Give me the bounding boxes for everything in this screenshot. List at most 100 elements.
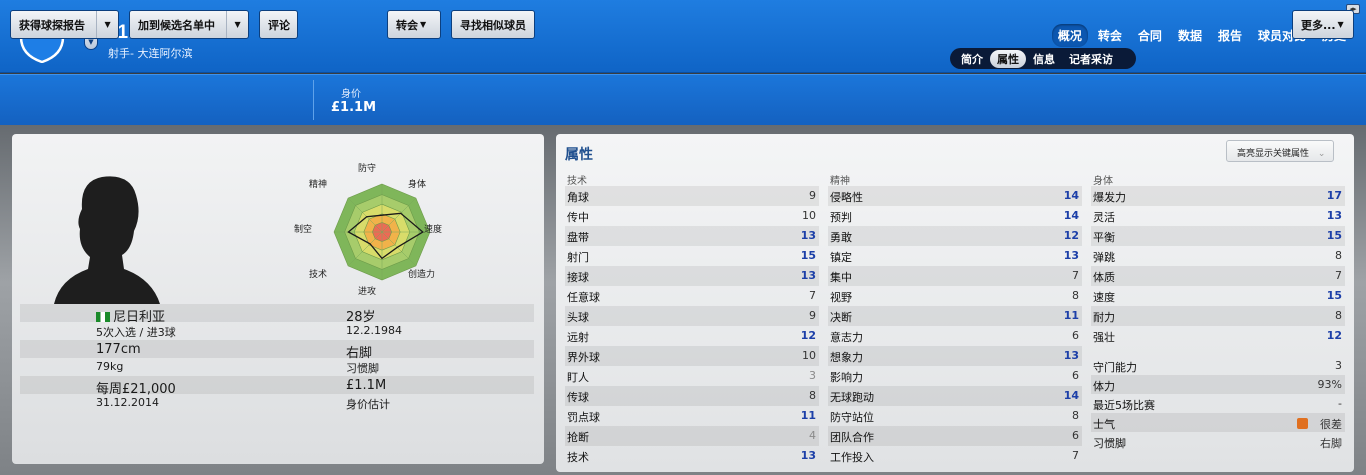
subtab-press[interactable]: 记者采访 xyxy=(1062,50,1120,68)
attribute-row[interactable]: 体质 7 xyxy=(1091,266,1345,286)
attribute-name: 防守站位 xyxy=(830,411,874,424)
technical-header: 技术 xyxy=(567,176,587,187)
attribute-row[interactable]: 盯人 3 xyxy=(565,366,819,386)
attribute-row[interactable]: 头球 9 xyxy=(565,306,819,326)
attribute-row[interactable]: 侵略性 14 xyxy=(828,186,1082,206)
add-shortlist-button[interactable]: 加到候选名单中 ▼ xyxy=(129,10,249,39)
attribute-name: 爆发力 xyxy=(1093,191,1126,204)
attribute-row[interactable]: 射门 15 xyxy=(565,246,819,266)
subtab-profile[interactable]: 简介 xyxy=(954,50,990,68)
attribute-row[interactable]: 镇定 13 xyxy=(828,246,1082,266)
status-name: 体力 xyxy=(1093,380,1115,393)
attribute-row[interactable]: 预判 14 xyxy=(828,206,1082,226)
attribute-row[interactable]: 决断 11 xyxy=(828,306,1082,326)
attribute-row[interactable]: 远射 12 xyxy=(565,326,819,346)
status-row: 最近5场比赛 - xyxy=(1091,394,1345,413)
attribute-row[interactable]: 弹跳 8 xyxy=(1091,246,1345,266)
tab-overview[interactable]: 概况 xyxy=(1051,24,1088,47)
attribute-value: 10 xyxy=(802,209,816,222)
attribute-name: 速度 xyxy=(1093,291,1115,304)
find-similar-button[interactable]: 寻找相似球员 xyxy=(451,10,535,39)
attribute-row[interactable]: 罚点球 11 xyxy=(565,406,819,426)
attribute-row[interactable]: 抢断 4 xyxy=(565,426,819,446)
transfer-button[interactable]: 转会 ▼ xyxy=(387,10,441,39)
profile-row: 79kg 习惯脚 xyxy=(20,358,534,376)
mental-column: 精神 侵略性 14 预判 14 勇敢 12 镇定 13 集中 7 视野 8 决断 11 意志力 6 想象力 13 影… xyxy=(828,172,1082,466)
attribute-row[interactable]: 勇敢 12 xyxy=(828,226,1082,246)
attribute-name: 传中 xyxy=(567,211,589,224)
attribute-row[interactable]: 任意球 7 xyxy=(565,286,819,306)
morale-icon xyxy=(1297,418,1308,429)
subtab-info[interactable]: 信息 xyxy=(1026,50,1062,68)
attribute-name: 盯人 xyxy=(567,371,589,384)
attribute-row[interactable]: 灵活 13 xyxy=(1091,206,1345,226)
attribute-value: 13 xyxy=(800,229,816,242)
attribute-name: 侵略性 xyxy=(830,191,863,204)
tab-contract[interactable]: 合同 xyxy=(1132,24,1168,47)
attribute-row[interactable]: 想象力 13 xyxy=(828,346,1082,366)
attribute-value: 14 xyxy=(1063,389,1079,402)
attribute-row[interactable]: 无球跑动 14 xyxy=(828,386,1082,406)
profile-row: 每周£21,000 £1.1M xyxy=(20,376,534,397)
attribute-row[interactable]: 速度 15 xyxy=(1091,286,1345,306)
comment-button[interactable]: 评论 xyxy=(259,10,298,39)
attribute-value: 9 xyxy=(809,309,816,322)
attribute-value: 13 xyxy=(800,449,816,462)
profile-row: 5次入选 / 进3球 12.2.1984 xyxy=(20,322,534,340)
attribute-row[interactable]: 传球 8 xyxy=(565,386,819,406)
chevron-down-icon: ▼ xyxy=(420,20,427,29)
status-value: - xyxy=(1338,397,1342,410)
tab-transfer[interactable]: 转会 xyxy=(1092,24,1128,47)
attribute-row[interactable]: 意志力 6 xyxy=(828,326,1082,346)
radar-label-speed: 速度 xyxy=(424,225,443,235)
attribute-value: 7 xyxy=(1072,449,1079,462)
chevron-down-icon[interactable]: ▼ xyxy=(226,11,248,38)
chevron-down-icon[interactable]: ▼ xyxy=(96,11,118,38)
attribute-value: 15 xyxy=(1326,229,1342,242)
attribute-name: 灵活 xyxy=(1093,211,1115,224)
attribute-row[interactable]: 防守站位 8 xyxy=(828,406,1082,426)
attribute-row[interactable]: 盘带 13 xyxy=(565,226,819,246)
attribute-name: 平衡 xyxy=(1093,231,1115,244)
radar-label-defense: 防守 xyxy=(358,164,377,174)
chevron-down-icon: ▼ xyxy=(1337,20,1344,29)
radar-label-physical: 身体 xyxy=(408,180,427,190)
scout-report-button[interactable]: 获得球探报告 ▼ xyxy=(10,10,119,39)
status-value: 很差 xyxy=(1297,416,1342,432)
more-button[interactable]: 更多... ▼ xyxy=(1292,10,1354,39)
player-subtitle[interactable]: 射手- 大连阿尔滨 xyxy=(108,45,192,61)
attribute-row[interactable]: 传中 10 xyxy=(565,206,819,226)
highlight-key-attributes-dropdown[interactable]: 高亮显示关键属性 ⌄ xyxy=(1226,140,1334,162)
radar-label-creativity: 创造力 xyxy=(408,270,436,280)
attribute-row[interactable]: 技术 13 xyxy=(565,446,819,466)
attribute-name: 罚点球 xyxy=(567,411,600,424)
attribute-row[interactable]: 影响力 6 xyxy=(828,366,1082,386)
attribute-row[interactable]: 视野 8 xyxy=(828,286,1082,306)
status-name: 士气 xyxy=(1093,418,1115,431)
attribute-row[interactable]: 工作投入 7 xyxy=(828,446,1082,466)
attribute-row[interactable]: 耐力 8 xyxy=(1091,306,1345,326)
attribute-row[interactable]: 界外球 10 xyxy=(565,346,819,366)
attribute-value: 4 xyxy=(809,429,816,442)
player-silhouette-icon xyxy=(54,176,160,304)
attribute-row[interactable]: 接球 13 xyxy=(565,266,819,286)
attribute-value: 11 xyxy=(1063,309,1079,322)
attribute-row[interactable]: 爆发力 17 xyxy=(1091,186,1345,206)
status-row: 守门能力 3 xyxy=(1091,356,1345,375)
attribute-name: 技术 xyxy=(567,451,589,464)
attribute-name: 接球 xyxy=(567,271,589,284)
attribute-row[interactable]: 团队合作 6 xyxy=(828,426,1082,446)
attribute-row[interactable]: 平衡 15 xyxy=(1091,226,1345,246)
attribute-name: 强壮 xyxy=(1093,331,1115,344)
attribute-row[interactable]: 集中 7 xyxy=(828,266,1082,286)
tab-stats[interactable]: 数据 xyxy=(1172,24,1208,47)
attribute-value: 14 xyxy=(1063,189,1079,202)
tab-reports[interactable]: 报告 xyxy=(1212,24,1248,47)
attribute-row[interactable]: 强壮 12 xyxy=(1091,326,1345,346)
attribute-name: 预判 xyxy=(830,211,852,224)
subtab-attributes[interactable]: 属性 xyxy=(990,49,1026,68)
status-name: 习惯脚 xyxy=(1093,437,1126,450)
attribute-row[interactable]: 角球 9 xyxy=(565,186,819,206)
attribute-name: 意志力 xyxy=(830,331,863,344)
value-label: 身价 xyxy=(341,89,361,100)
